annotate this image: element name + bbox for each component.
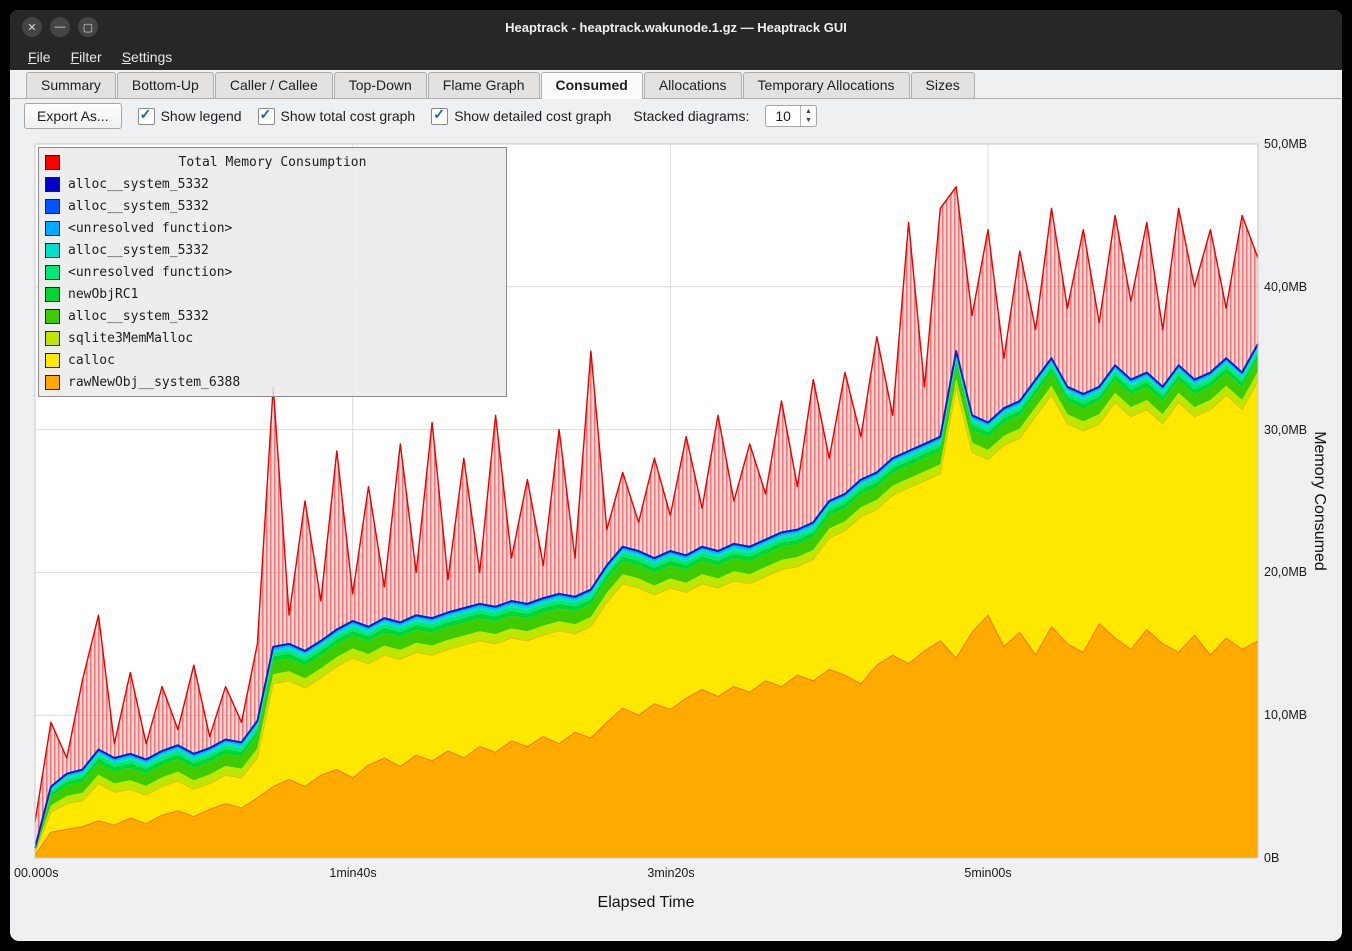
menu-filter[interactable]: Filter bbox=[61, 46, 112, 68]
y-tick-30mb: 30,0MB bbox=[1264, 423, 1307, 437]
legend-item: alloc__system_5332 bbox=[39, 195, 506, 217]
tab-sizes[interactable]: Sizes bbox=[911, 72, 975, 98]
legend-label: calloc bbox=[68, 353, 115, 368]
x-tick-3min20s: 3min20s bbox=[647, 866, 694, 880]
legend-title: Total Memory Consumption bbox=[68, 155, 477, 170]
legend-item: calloc bbox=[39, 349, 506, 371]
legend-item: sqlite3MemMalloc bbox=[39, 327, 506, 349]
x-tick-5min00s: 5min00s bbox=[964, 866, 1011, 880]
menu-file[interactable]: File bbox=[18, 46, 61, 68]
legend-swatch bbox=[45, 177, 60, 192]
maximize-icon[interactable]: ▢ bbox=[78, 17, 98, 37]
checkbox-icon bbox=[258, 108, 275, 125]
y-tick-10mb: 10,0MB bbox=[1264, 708, 1307, 722]
menu-settings[interactable]: Settings bbox=[112, 46, 183, 68]
legend-swatch bbox=[45, 331, 60, 346]
stacked-diagrams-value: 10 bbox=[766, 106, 800, 126]
legend-swatch bbox=[45, 243, 60, 258]
spin-down-icon[interactable] bbox=[801, 116, 816, 125]
legend-swatch bbox=[45, 353, 60, 368]
legend-label: <unresolved function> bbox=[68, 265, 232, 280]
tab-summary[interactable]: Summary bbox=[26, 72, 116, 98]
show-total-cost-label: Show total cost graph bbox=[281, 108, 416, 124]
legend-label: <unresolved function> bbox=[68, 221, 232, 236]
tab-flame-graph[interactable]: Flame Graph bbox=[428, 72, 540, 98]
minimize-icon[interactable]: — bbox=[50, 17, 70, 37]
legend-item: alloc__system_5332 bbox=[39, 173, 506, 195]
legend-item: alloc__system_5332 bbox=[39, 239, 506, 261]
legend-label: alloc__system_5332 bbox=[68, 177, 209, 192]
legend-swatch-total bbox=[45, 155, 60, 170]
spin-up-icon[interactable] bbox=[801, 107, 816, 116]
legend-item: rawNewObj__system_6388 bbox=[39, 371, 506, 393]
y-tick-20mb: 20,0MB bbox=[1264, 565, 1307, 579]
show-legend-label: Show legend bbox=[161, 108, 242, 124]
y-axis-label: Memory Consumed bbox=[1311, 431, 1328, 571]
x-axis-label: Elapsed Time bbox=[598, 894, 695, 911]
export-as-button[interactable]: Export As... bbox=[24, 103, 122, 129]
x-tick-0s: 00.000s bbox=[14, 866, 58, 880]
legend-item: <unresolved function> bbox=[39, 261, 506, 283]
show-detailed-cost-label: Show detailed cost graph bbox=[454, 108, 611, 124]
legend-swatch bbox=[45, 221, 60, 236]
tab-temporary-allocations[interactable]: Temporary Allocations bbox=[743, 72, 910, 98]
y-tick-0b: 0B bbox=[1264, 851, 1279, 865]
window-title: Heaptrack - heaptrack.wakunode.1.gz — He… bbox=[10, 20, 1342, 35]
legend-swatch bbox=[45, 375, 60, 390]
menubar: File Filter Settings bbox=[10, 44, 1342, 70]
y-tick-40mb: 40,0MB bbox=[1264, 280, 1307, 294]
chart-area: 50,0MB 40,0MB 30,0MB 20,0MB 10,0MB 0B 00… bbox=[10, 133, 1342, 941]
tab-bar: Summary Bottom-Up Caller / Callee Top-Do… bbox=[10, 70, 1342, 99]
tab-top-down[interactable]: Top-Down bbox=[334, 72, 427, 98]
show-legend-checkbox[interactable]: Show legend bbox=[138, 108, 242, 125]
show-total-cost-checkbox[interactable]: Show total cost graph bbox=[258, 108, 416, 125]
spinbox-arrows bbox=[800, 106, 816, 126]
legend-label: alloc__system_5332 bbox=[68, 243, 209, 258]
toolbar: Export As... Show legend Show total cost… bbox=[10, 99, 1342, 133]
y-tick-50mb: 50,0MB bbox=[1264, 137, 1307, 151]
tab-bottom-up[interactable]: Bottom-Up bbox=[117, 72, 214, 98]
legend-item: <unresolved function> bbox=[39, 217, 506, 239]
titlebar[interactable]: ✕ — ▢ Heaptrack - heaptrack.wakunode.1.g… bbox=[10, 10, 1342, 44]
legend-item: newObjRC1 bbox=[39, 283, 506, 305]
window-controls: ✕ — ▢ bbox=[22, 10, 98, 44]
checkbox-icon bbox=[431, 108, 448, 125]
tab-caller-callee[interactable]: Caller / Callee bbox=[215, 72, 333, 98]
chart-legend[interactable]: Total Memory Consumption alloc__system_5… bbox=[38, 147, 507, 397]
tab-allocations[interactable]: Allocations bbox=[644, 72, 742, 98]
legend-swatch bbox=[45, 309, 60, 324]
app-window: ✕ — ▢ Heaptrack - heaptrack.wakunode.1.g… bbox=[10, 10, 1342, 941]
stacked-diagrams-spinbox[interactable]: 10 bbox=[765, 105, 817, 127]
legend-swatch bbox=[45, 265, 60, 280]
legend-title-row: Total Memory Consumption bbox=[39, 151, 506, 173]
x-tick-1min40s: 1min40s bbox=[329, 866, 376, 880]
legend-swatch bbox=[45, 287, 60, 302]
legend-label: sqlite3MemMalloc bbox=[68, 331, 193, 346]
show-detailed-cost-checkbox[interactable]: Show detailed cost graph bbox=[431, 108, 611, 125]
legend-item: alloc__system_5332 bbox=[39, 305, 506, 327]
legend-label: alloc__system_5332 bbox=[68, 309, 209, 324]
checkbox-icon bbox=[138, 108, 155, 125]
legend-label: alloc__system_5332 bbox=[68, 199, 209, 214]
close-icon[interactable]: ✕ bbox=[22, 17, 42, 37]
stacked-diagrams-label: Stacked diagrams: bbox=[633, 108, 749, 124]
tab-consumed[interactable]: Consumed bbox=[541, 72, 643, 99]
legend-label: rawNewObj__system_6388 bbox=[68, 375, 240, 390]
legend-swatch bbox=[45, 199, 60, 214]
legend-label: newObjRC1 bbox=[68, 287, 138, 302]
